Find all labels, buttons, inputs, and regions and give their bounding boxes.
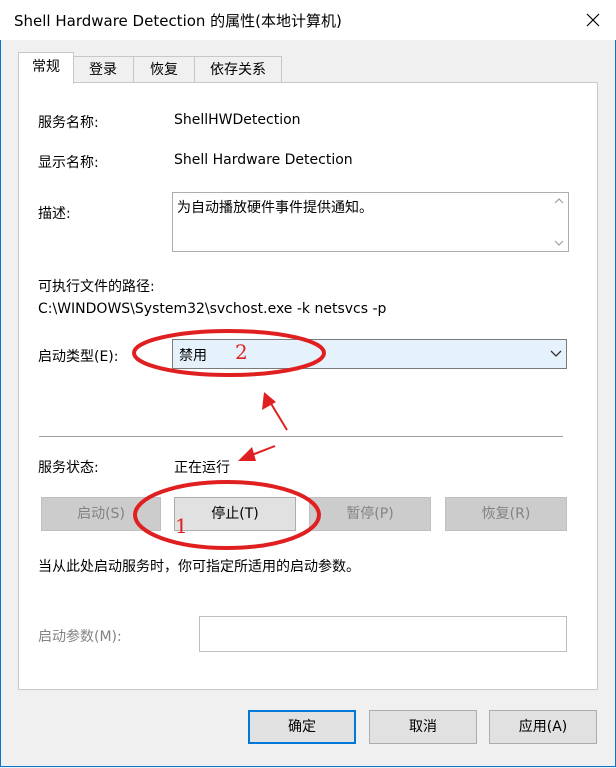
annotation-number-2: 2	[235, 340, 248, 364]
tab-recovery-label: 恢复	[150, 62, 178, 78]
startup-type-value: 禁用	[179, 348, 207, 364]
section-divider	[39, 436, 563, 437]
scroll-down-icon[interactable]	[554, 240, 564, 247]
start-button-label: 启动(S)	[77, 506, 125, 522]
tab-recovery[interactable]: 恢复	[133, 56, 195, 83]
resume-button-label: 恢复(R)	[481, 506, 531, 522]
description-text: 为自动播放硬件事件提供通知。	[177, 200, 373, 216]
scroll-up-icon[interactable]	[554, 197, 564, 204]
start-button[interactable]: 启动(S)	[41, 497, 161, 531]
tab-dependencies[interactable]: 依存关系	[194, 56, 282, 83]
tab-dependencies-label: 依存关系	[210, 62, 266, 78]
pause-button[interactable]: 暂停(P)	[309, 497, 431, 531]
display-name-label: 显示名称:	[38, 155, 99, 171]
cancel-button[interactable]: 取消	[369, 710, 477, 744]
service-name-value: ShellHWDetection	[174, 112, 301, 128]
service-status-value: 正在运行	[174, 460, 230, 476]
resume-button[interactable]: 恢复(R)	[445, 497, 567, 531]
apply-button[interactable]: 应用(A)	[489, 710, 597, 744]
exe-path-label: 可执行文件的路径:	[38, 279, 155, 295]
close-icon	[586, 13, 600, 27]
description-box[interactable]: 为自动播放硬件事件提供通知。	[172, 192, 569, 252]
window-title: Shell Hardware Detection 的属性(本地计算机)	[14, 12, 342, 30]
service-name-label: 服务名称:	[38, 115, 99, 131]
stop-button[interactable]: 停止(T)	[174, 497, 296, 531]
tab-logon-label: 登录	[89, 62, 117, 78]
ok-button[interactable]: 确定	[248, 710, 356, 744]
title-bar: Shell Hardware Detection 的属性(本地计算机)	[0, 0, 616, 40]
startup-type-select[interactable]: 禁用	[172, 339, 567, 369]
tab-general-label: 常规	[32, 59, 60, 75]
annotation-number-1: 1	[175, 514, 188, 538]
start-params-label: 启动参数(M):	[38, 629, 122, 645]
tab-general[interactable]: 常规	[18, 52, 74, 84]
display-name-value: Shell Hardware Detection	[174, 152, 353, 168]
properties-dialog: Shell Hardware Detection 的属性(本地计算机) 常规 登…	[0, 0, 616, 768]
exe-path-value: C:\WINDOWS\System32\svchost.exe -k netsv…	[38, 301, 387, 317]
general-panel: 服务名称: ShellHWDetection 显示名称: Shell Hardw…	[18, 82, 598, 690]
apply-button-label: 应用(A)	[518, 719, 568, 735]
startup-type-label: 启动类型(E):	[38, 349, 119, 365]
tab-logon[interactable]: 登录	[72, 56, 134, 83]
description-scrollbar[interactable]	[550, 193, 568, 251]
pause-button-label: 暂停(P)	[346, 506, 394, 522]
stop-button-label: 停止(T)	[211, 506, 259, 522]
start-params-hint: 当从此处启动服务时，你可指定所适用的启动参数。	[38, 559, 360, 575]
start-params-input[interactable]	[199, 616, 567, 652]
ok-button-label: 确定	[288, 719, 316, 735]
chevron-down-icon	[550, 350, 562, 357]
description-label: 描述:	[38, 206, 71, 222]
close-button[interactable]	[570, 0, 616, 40]
cancel-button-label: 取消	[409, 719, 437, 735]
service-status-label: 服务状态:	[38, 460, 99, 476]
